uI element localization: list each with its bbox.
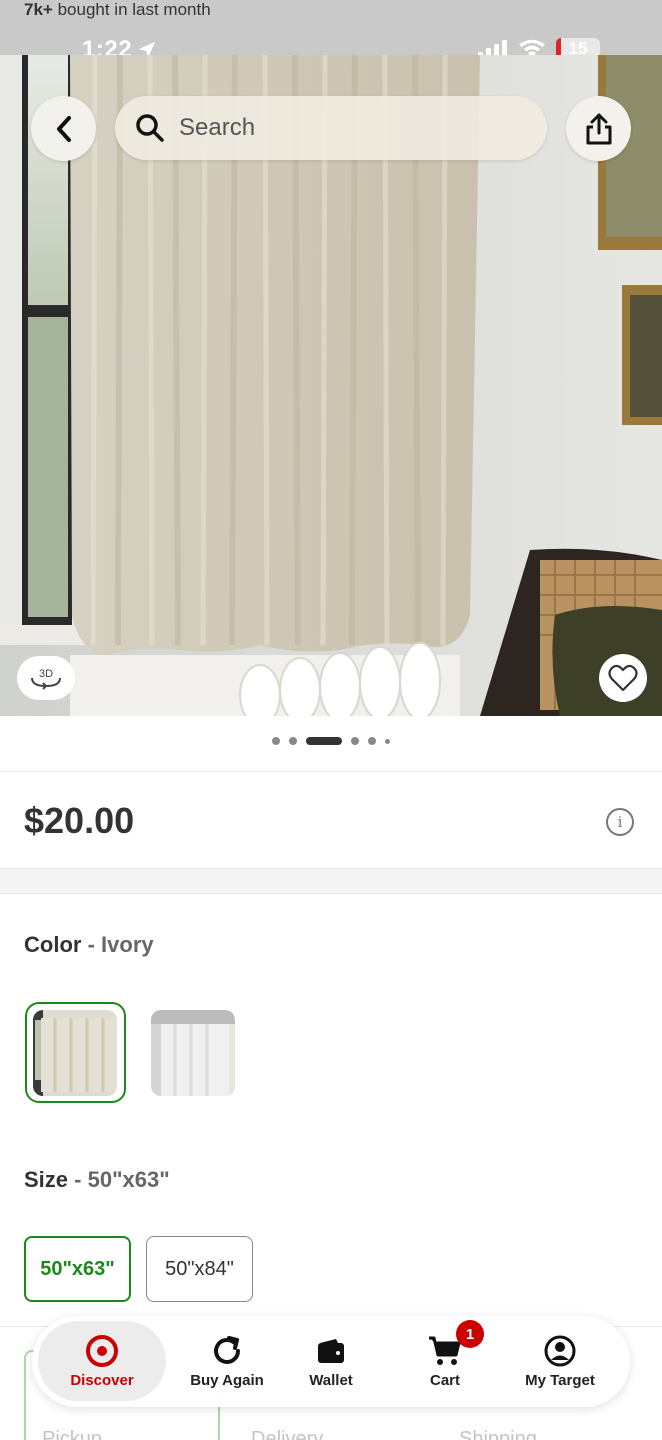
nav-buy-again[interactable]: Buy Again — [172, 1316, 282, 1407]
nav-label-my-target: My Target — [525, 1372, 595, 1389]
carousel-dot[interactable] — [351, 737, 359, 745]
wallet-icon — [318, 1339, 344, 1363]
share-icon — [586, 113, 611, 144]
color-swatch-white[interactable] — [151, 1010, 235, 1096]
swatch-image-ivory — [33, 1010, 117, 1096]
nav-label-buy-again: Buy Again — [190, 1372, 264, 1389]
fulfillment-label-pickup: Pickup — [42, 1428, 103, 1440]
color-swatch-ivory[interactable] — [25, 1002, 126, 1103]
target-logo-icon — [86, 1334, 118, 1367]
nav-discover[interactable]: Discover — [38, 1321, 166, 1401]
badge-3d-text: 3D — [39, 668, 53, 680]
search-input[interactable]: Search — [115, 96, 547, 160]
bought-count-text: 7k+ bought in last month — [24, 0, 211, 19]
carousel-indicator[interactable] — [0, 737, 662, 745]
product-price: $20.00 — [24, 800, 135, 841]
cart-count-badge: 1 — [456, 1320, 484, 1348]
fulfillment-label-delivery: Delivery — [251, 1428, 324, 1440]
heart-icon — [608, 664, 638, 692]
nav-label-wallet: Wallet — [309, 1372, 353, 1389]
nav-cart[interactable]: 1 Cart — [402, 1316, 488, 1407]
carousel-dot-active[interactable] — [306, 737, 342, 745]
search-icon — [136, 114, 164, 142]
divider — [0, 771, 662, 772]
share-button[interactable] — [566, 96, 631, 161]
carousel-dot[interactable] — [289, 737, 297, 745]
carousel-dot[interactable] — [385, 738, 390, 744]
search-placeholder: Search — [179, 114, 256, 141]
nav-wallet[interactable]: Wallet — [288, 1316, 374, 1407]
chevron-left-icon — [56, 115, 71, 142]
carousel-dot[interactable] — [368, 737, 376, 745]
account-icon — [544, 1335, 576, 1367]
carousel-dot[interactable] — [272, 737, 280, 745]
section-separator — [0, 868, 662, 894]
bottom-navigation: Discover Buy Again Wallet 1 Cart My Targ… — [32, 1316, 630, 1407]
color-label: Color - Ivory — [24, 932, 154, 957]
rotate-3d-icon: 3D — [31, 668, 61, 690]
nav-label-discover: Discover — [70, 1371, 134, 1389]
back-button[interactable] — [31, 96, 96, 161]
info-icon[interactable]: i — [606, 808, 634, 836]
size-label: Size - 50"x63" — [24, 1167, 170, 1192]
view-3d-button[interactable]: 3D — [17, 656, 75, 700]
nav-my-target[interactable]: My Target — [510, 1316, 610, 1407]
refresh-icon — [214, 1336, 240, 1364]
favorite-button[interactable] — [599, 654, 647, 702]
nav-label-cart: Cart — [429, 1372, 460, 1389]
size-option-50x63[interactable]: 50"x63" — [24, 1236, 131, 1302]
fulfillment-label-shipping: Shipping — [459, 1428, 537, 1440]
size-option-50x84[interactable]: 50"x84" — [146, 1236, 253, 1302]
